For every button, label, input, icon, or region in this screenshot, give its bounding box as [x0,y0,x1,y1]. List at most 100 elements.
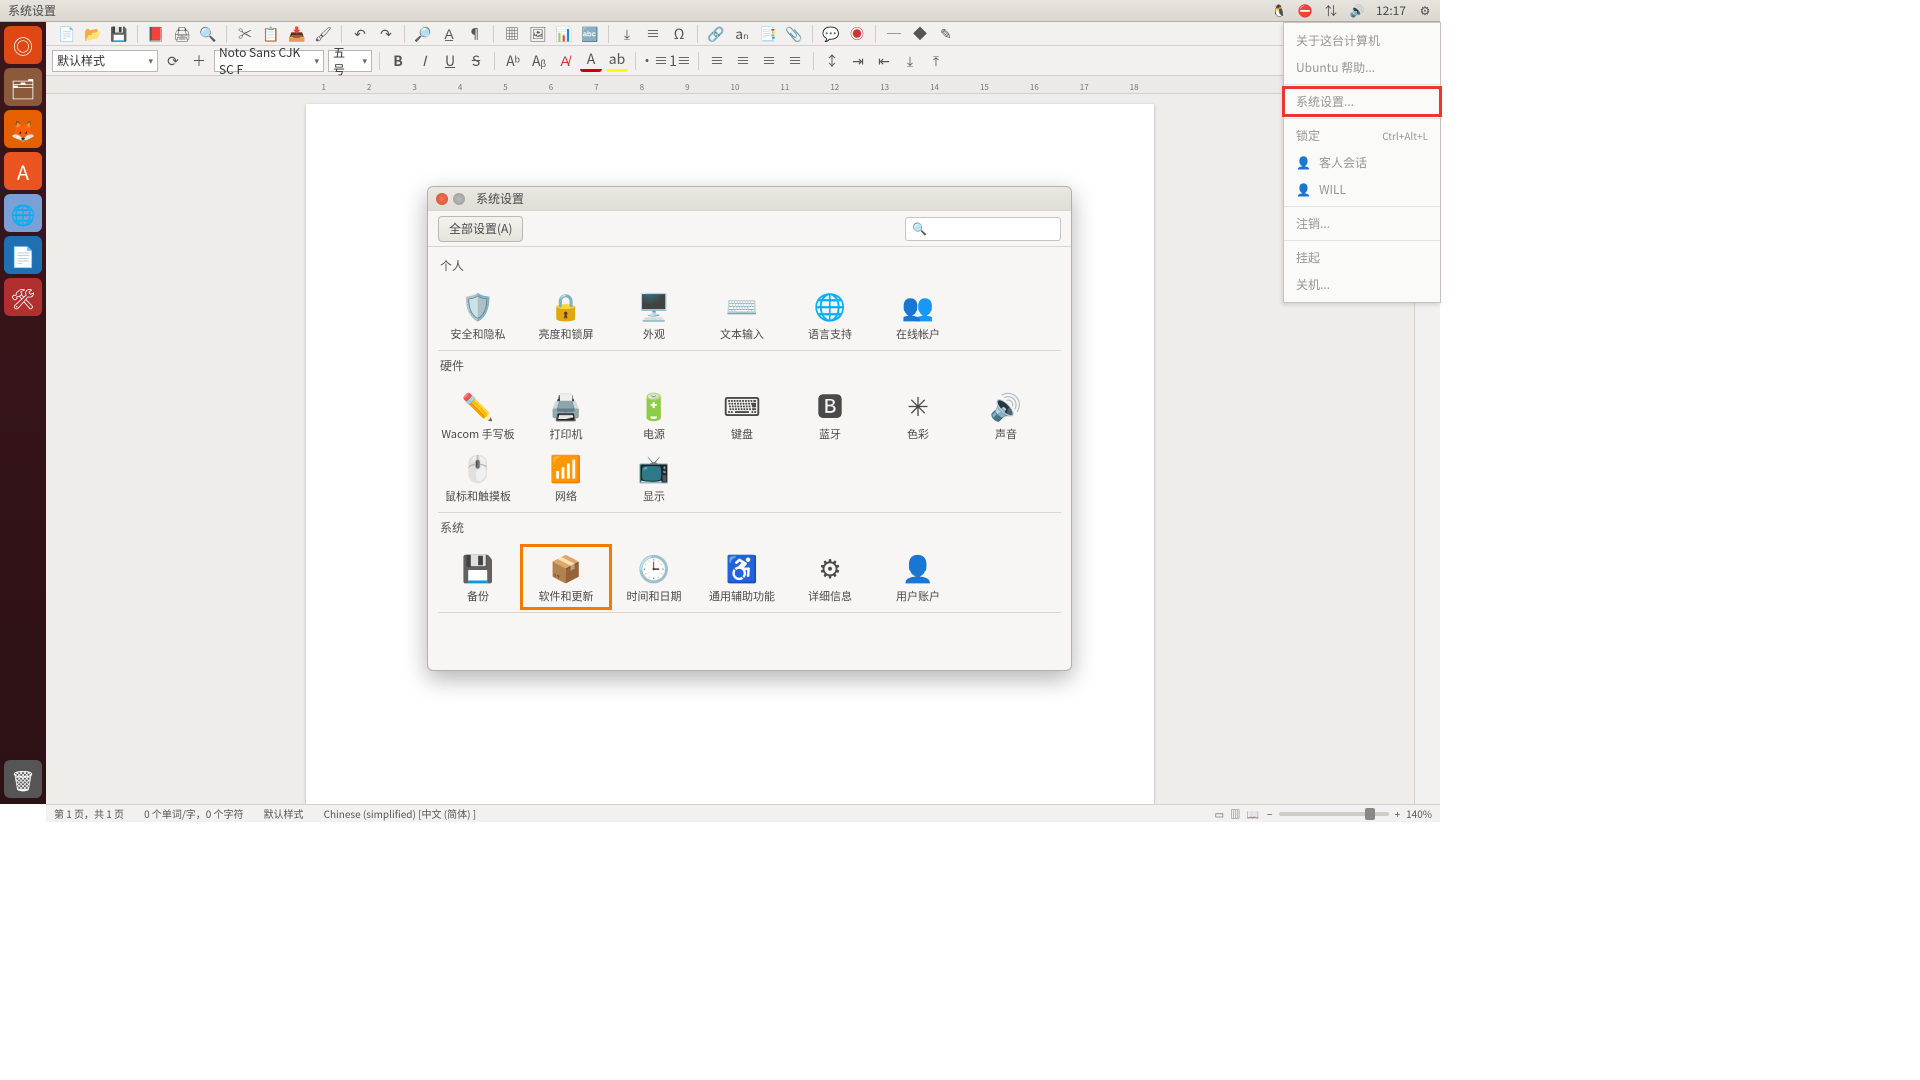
software-icon[interactable]: A [4,152,42,190]
bookmark-icon[interactable]: 📑 [757,23,779,45]
zoom-out-icon[interactable]: − [1267,806,1273,821]
new-icon[interactable]: 📄 [56,23,78,45]
status-words[interactable]: 0 个单词/字，0 个字符 [144,806,244,821]
gear-icon[interactable]: ⚙ [1418,4,1432,18]
field-icon[interactable]: ≡ [642,23,664,45]
view-icons[interactable]: ▭ ▥ 📖 [1215,806,1261,821]
menu-guest[interactable]: 👤客人会话 [1284,149,1440,176]
menu-lock[interactable]: 锁定Ctrl+Alt+L [1284,122,1440,149]
settings-item[interactable]: 📦软件和更新 [522,546,610,608]
cross-ref-icon[interactable]: 📎 [783,23,805,45]
indent-dec-icon[interactable]: ⇤ [873,50,895,72]
special-char-icon[interactable]: Ω [668,23,690,45]
settings-item[interactable]: ✳色彩 [874,384,962,446]
status-page[interactable]: 第 1 页，共 1 页 [54,806,124,821]
settings-item[interactable]: 👥在线帐户 [874,284,962,346]
italic-icon[interactable]: I [413,50,435,72]
para-spacing-dec-icon[interactable]: ⤒ [925,50,947,72]
highlight-icon[interactable]: ab [606,50,628,72]
all-settings-button[interactable]: 全部设置(A) [438,216,523,242]
settings-item[interactable]: 📺显示 [610,446,698,508]
settings-item[interactable]: 🖥️外观 [610,284,698,346]
draw-icon[interactable]: ✎ [935,23,957,45]
new-style-icon[interactable]: ＋ [188,50,210,72]
line-spacing-icon[interactable]: ↕ [821,50,843,72]
status-lang[interactable]: Chinese (simplified) [中文 (简体) ] [324,806,477,821]
settings-item[interactable]: 🕒时间和日期 [610,546,698,608]
print-icon[interactable]: 🖨 [171,23,193,45]
chart-icon[interactable]: 📊 [553,23,575,45]
menu-help[interactable]: Ubuntu 帮助... [1284,54,1440,81]
align-left-icon[interactable]: ≡ [706,50,728,72]
settings-item[interactable]: ⌨️文本输入 [698,284,786,346]
settings-item[interactable]: ✏️Wacom 手写板 [434,384,522,446]
trash-icon[interactable]: 🗑 [4,760,42,798]
comment-icon[interactable]: 💬 [820,23,842,45]
pdf-icon[interactable]: 📕 [145,23,167,45]
redo-icon[interactable]: ↷ [375,23,397,45]
image-icon[interactable]: 🖼 [527,23,549,45]
print-preview-icon[interactable]: 🔍 [197,23,219,45]
bullets-icon[interactable]: •≡ [643,50,665,72]
network-icon[interactable]: ⇅ [1324,4,1338,18]
status-style[interactable]: 默认样式 [264,806,304,821]
writer-icon[interactable]: 📄 [4,236,42,274]
settings-item[interactable]: ♿通用辅助功能 [698,546,786,608]
hyperlink-icon[interactable]: 🔗 [705,23,727,45]
fontsize-combo[interactable]: 五号 [328,50,372,72]
textbox-icon[interactable]: 🔤 [579,23,601,45]
zoom-in-icon[interactable]: + [1395,806,1401,821]
update-style-icon[interactable]: ⟳ [162,50,184,72]
page-break-icon[interactable]: ⤓ [616,23,638,45]
settings-item[interactable]: ⚙详细信息 [786,546,874,608]
firefox-icon[interactable]: 🦊 [4,110,42,148]
para-spacing-inc-icon[interactable]: ⤓ [899,50,921,72]
shape-icon[interactable]: ◆ [909,23,931,45]
bold-icon[interactable]: B [387,50,409,72]
settings-item[interactable]: 👤用户账户 [874,546,962,608]
settings-item[interactable]: 🖨️打印机 [522,384,610,446]
sound-icon[interactable]: 🔊 [1350,4,1364,18]
zoom-slider[interactable] [1279,812,1389,816]
input-method-icon[interactable]: 🐧 [1272,4,1286,18]
copy-icon[interactable]: 📋 [260,23,282,45]
clock[interactable]: 12:17 [1376,2,1406,19]
open-icon[interactable]: 📂 [82,23,104,45]
settings-item[interactable]: 🔋电源 [610,384,698,446]
chromium-icon[interactable]: 🌐 [4,194,42,232]
menu-about[interactable]: 关于这台计算机 [1284,27,1440,54]
clear-format-icon[interactable]: A̸ [554,50,576,72]
settings-item[interactable]: 📶网络 [522,446,610,508]
menu-system-settings[interactable]: 系统设置... [1284,88,1440,115]
indent-inc-icon[interactable]: ⇥ [847,50,869,72]
close-icon[interactable] [436,193,448,205]
para-style-combo[interactable]: 默认样式 [52,50,158,72]
menu-shutdown[interactable]: 关机... [1284,271,1440,298]
spellcheck-icon[interactable]: A̲ [438,23,460,45]
settings-item[interactable]: 🅱蓝牙 [786,384,874,446]
dialog-titlebar[interactable]: 系统设置 [428,187,1071,211]
footnote-icon[interactable]: aₙ [731,23,753,45]
strike-icon[interactable]: S [465,50,487,72]
cut-icon[interactable]: ✂ [234,23,256,45]
clone-format-icon[interactable]: 🖌 [312,23,334,45]
search-input[interactable]: 🔍 [905,217,1061,241]
font-combo[interactable]: Noto Sans CJK SC F [214,50,324,72]
settings-item[interactable]: ⌨键盘 [698,384,786,446]
align-right-icon[interactable]: ≡ [758,50,780,72]
settings-item[interactable]: 💾备份 [434,546,522,608]
menu-logout[interactable]: 注销... [1284,210,1440,237]
settings-icon[interactable]: 🛠 [4,278,42,316]
menu-suspend[interactable]: 挂起 [1284,244,1440,271]
table-icon[interactable]: ▦ [501,23,523,45]
font-color-icon[interactable]: A [580,50,602,72]
files-icon[interactable]: 🗂 [4,68,42,106]
formatting-marks-icon[interactable]: ¶ [464,23,486,45]
find-icon[interactable]: 🔎 [412,23,434,45]
align-center-icon[interactable]: ≡ [732,50,754,72]
notifications-icon[interactable]: ⛔ [1298,4,1312,18]
numbering-icon[interactable]: 1≡ [669,50,691,72]
minimize-icon[interactable] [453,193,465,205]
menu-user[interactable]: 👤WILL [1284,176,1440,203]
dash-icon[interactable]: ◎ [4,26,42,64]
